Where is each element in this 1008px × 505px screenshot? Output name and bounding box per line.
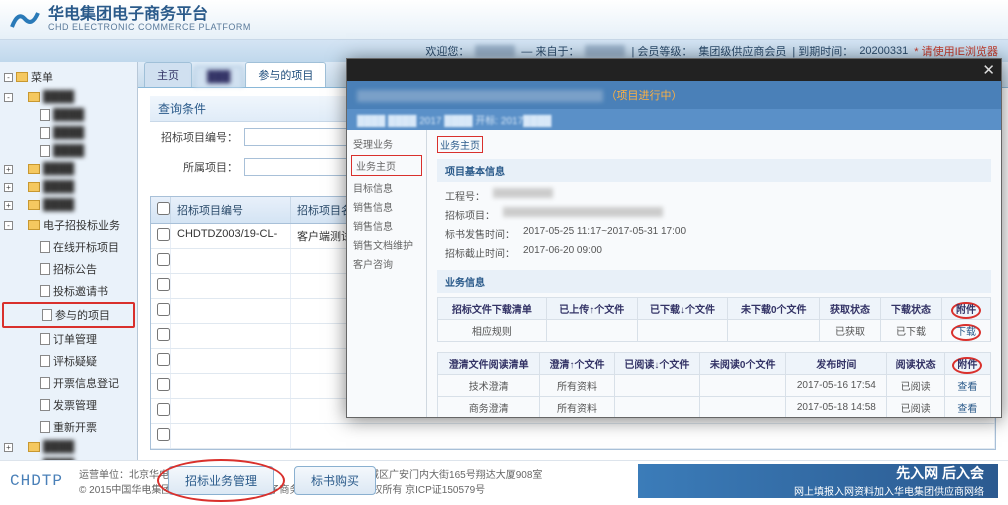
sidebar-tree[interactable]: -菜单 -████ ████ ████ ████ +████ +████ +██… bbox=[0, 62, 138, 460]
modal-tree: 受理业务 业务主页 目标信息 销售信息 销售信息 销售文档维护 客户咨询 bbox=[347, 130, 427, 417]
modal-subinfo: ████ ████ 2017 ████ 开标: 2017████ bbox=[347, 109, 1001, 130]
app-header: 华电集团电子商务平台 CHD ELECTRONIC COMMERCE PLATF… bbox=[0, 0, 1008, 40]
user-name-blurred bbox=[475, 45, 515, 57]
welcome-label: 欢迎您： bbox=[425, 43, 469, 59]
tree-ebid-root[interactable]: -电子招投标业务 bbox=[2, 214, 135, 236]
buy-doc-button[interactable]: 标书购买 bbox=[294, 466, 376, 495]
modal-title: x （项目进行中） bbox=[347, 81, 1001, 109]
download-link[interactable]: 下载 bbox=[951, 324, 981, 341]
grid-row-check[interactable] bbox=[157, 403, 170, 416]
tree-ebid-item[interactable]: 重新开票 bbox=[2, 416, 135, 438]
tree-item-blurred[interactable]: +████ bbox=[2, 438, 135, 456]
modal-tab-boxed[interactable]: 业务主页 bbox=[437, 136, 483, 153]
tree-root-menu[interactable]: -菜单 bbox=[2, 66, 135, 88]
expire-value: 20200331 bbox=[859, 45, 908, 57]
modal-tree-item[interactable]: 客户咨询 bbox=[349, 254, 424, 273]
grid-row-check[interactable] bbox=[157, 228, 170, 241]
table-row[interactable]: 相应规则已获取已下载下载 bbox=[438, 320, 991, 342]
tree-ebid-item[interactable]: 评标疑疑 bbox=[2, 350, 135, 372]
modal-tree-item[interactable]: 销售文档维护 bbox=[349, 235, 424, 254]
tree-ebid-item[interactable]: 开票信息登记 bbox=[2, 372, 135, 394]
download-table: 招标文件下载清单已上传↑个文件已下载↓个文件未下载0个文件获取状态下载状态附件 … bbox=[437, 297, 991, 342]
grid-check-all[interactable] bbox=[157, 202, 170, 215]
grid-cell-num: CHDTDZ003/19-CL- bbox=[171, 224, 291, 248]
section-basic-info: 项目基本信息 bbox=[437, 159, 991, 182]
tree-ebid-item[interactable]: 投标邀请书 bbox=[2, 280, 135, 302]
view-link[interactable]: 查看 bbox=[944, 375, 990, 397]
tree-item-blurred[interactable]: -████ bbox=[2, 456, 135, 460]
logo-icon bbox=[10, 7, 40, 33]
tree-item-blurred[interactable]: +████ bbox=[2, 178, 135, 196]
modal-tree-item[interactable]: 销售信息 bbox=[349, 216, 424, 235]
grid-col-num: 招标项目编号 bbox=[171, 197, 291, 223]
browser-tip[interactable]: * 请使用IE浏览器 bbox=[914, 43, 998, 59]
manage-bid-button[interactable]: 招标业务管理 bbox=[168, 466, 274, 495]
member-label: | 会员等级： bbox=[631, 43, 692, 59]
detail-modal: ✕ x （项目进行中） ████ ████ 2017 ████ 开标: 2017… bbox=[346, 58, 1002, 418]
tree-ebid-item[interactable]: 发票管理 bbox=[2, 394, 135, 416]
logo-title-en: CHD ELECTRONIC COMMERCE PLATFORM bbox=[48, 23, 251, 33]
field-bid-num-label: 招标项目编号： bbox=[158, 129, 238, 145]
grid-row-check[interactable] bbox=[157, 253, 170, 266]
tree-item-blurred[interactable]: -████ bbox=[2, 88, 135, 106]
tree-item-blurred[interactable]: ████ bbox=[2, 142, 135, 160]
view-link[interactable]: 查看 bbox=[944, 397, 990, 418]
modal-title-status: （项目进行中） bbox=[606, 90, 683, 102]
tree-item-blurred[interactable]: ████ bbox=[2, 124, 135, 142]
field-project-label: 所属项目： bbox=[158, 159, 238, 175]
grid-row-check[interactable] bbox=[157, 328, 170, 341]
chdtp-logo: CHDTP bbox=[10, 472, 63, 490]
expire-label: | 到期时间： bbox=[792, 43, 853, 59]
from-value-blurred bbox=[585, 45, 625, 57]
clarify-table: 澄清文件阅读清单澄清↑个文件已阅读↓个文件未阅读0个文件发布时间阅读状态附件 技… bbox=[437, 352, 991, 417]
modal-tree-item-boxed[interactable]: 业务主页 bbox=[351, 155, 422, 176]
tree-item-blurred[interactable]: +████ bbox=[2, 160, 135, 178]
modal-tree-item[interactable]: 销售信息 bbox=[349, 197, 424, 216]
tab-participated[interactable]: 参与的项目 bbox=[245, 62, 326, 87]
member-level: 集团级供应商会员 bbox=[698, 43, 786, 59]
tree-item-blurred[interactable]: +████ bbox=[2, 196, 135, 214]
tree-ebid-participated[interactable]: 参与的项目 bbox=[2, 302, 135, 328]
from-label: — 来自于： bbox=[521, 43, 579, 59]
close-icon[interactable]: ✕ bbox=[982, 61, 995, 79]
logo-title-cn: 华电集团电子商务平台 bbox=[48, 6, 251, 24]
table-row[interactable]: 技术澄清所有资料2017-05-16 17:54已阅读查看 bbox=[438, 375, 991, 397]
section-biz-info: 业务信息 bbox=[437, 270, 991, 293]
tree-ebid-item[interactable]: 在线开标项目 bbox=[2, 236, 135, 258]
tree-ebid-item[interactable]: 订单管理 bbox=[2, 328, 135, 350]
modal-tree-item[interactable]: 目标信息 bbox=[349, 178, 424, 197]
grid-row-check[interactable] bbox=[157, 278, 170, 291]
grid-row-check[interactable] bbox=[157, 353, 170, 366]
grid-row-check[interactable] bbox=[157, 378, 170, 391]
tree-ebid-item[interactable]: 招标公告 bbox=[2, 258, 135, 280]
grid-row-check[interactable] bbox=[157, 428, 170, 441]
tab-blurred[interactable]: ███ bbox=[194, 66, 243, 87]
tree-item-blurred[interactable]: ████ bbox=[2, 106, 135, 124]
modal-tree-item[interactable]: 受理业务 bbox=[349, 134, 424, 153]
tab-main[interactable]: 主页 bbox=[144, 62, 192, 87]
table-row[interactable]: 商务澄清所有资料2017-05-18 14:58已阅读查看 bbox=[438, 397, 991, 418]
grid-row-check[interactable] bbox=[157, 303, 170, 316]
